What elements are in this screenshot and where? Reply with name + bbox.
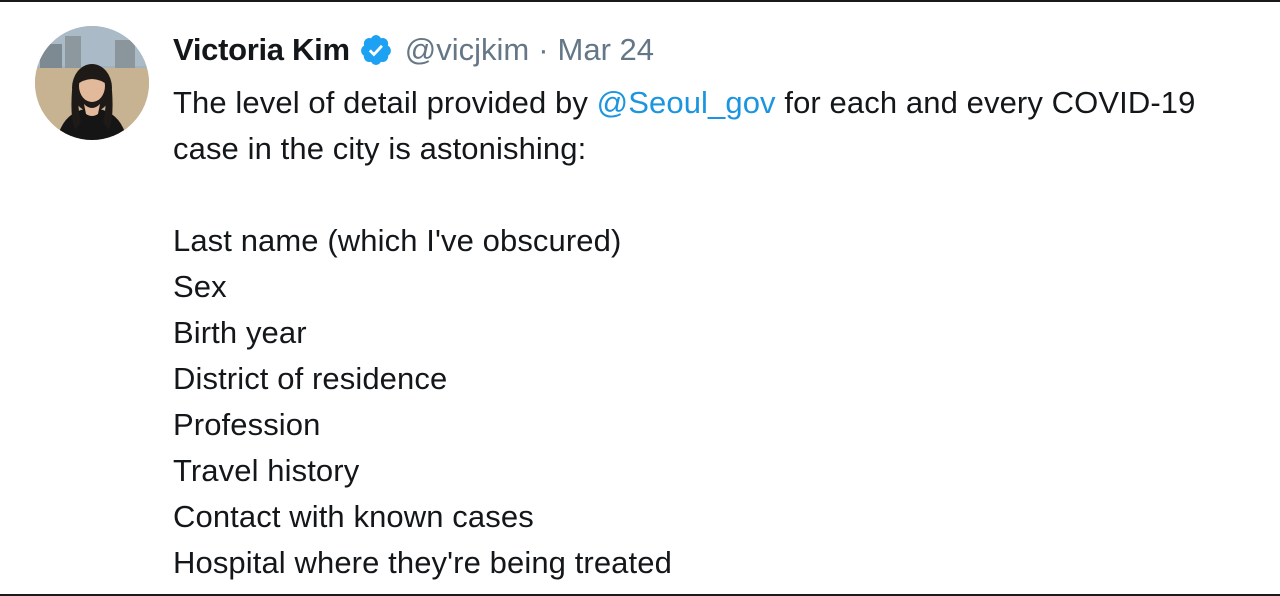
tweet-text-line-1: The level of detail provided by @Seoul_g… bbox=[173, 80, 1280, 126]
list-item: District of residence bbox=[173, 361, 448, 396]
list-item: Last name (which I've obscured) bbox=[173, 223, 622, 258]
tweet-header: Victoria Kim @vicjkim · Mar 24 bbox=[173, 28, 654, 72]
tweet-text-prefix: The level of detail provided by bbox=[173, 85, 597, 120]
tweet-text-suffix: for each and every COVID-19 bbox=[775, 85, 1196, 120]
verified-badge-icon bbox=[359, 33, 393, 67]
author-handle[interactable]: @vicjkim bbox=[405, 32, 529, 68]
tweet-card: Victoria Kim @vicjkim · Mar 24 The level… bbox=[0, 0, 1280, 596]
tweet-text: The level of detail provided by @Seoul_g… bbox=[173, 80, 1280, 586]
profile-photo-icon bbox=[35, 26, 149, 140]
list-item: Sex bbox=[173, 269, 227, 304]
author-name[interactable]: Victoria Kim bbox=[173, 32, 350, 68]
tweet-date[interactable]: Mar 24 bbox=[558, 32, 654, 68]
avatar[interactable] bbox=[35, 26, 149, 140]
list-item: Contact with known cases bbox=[173, 499, 534, 534]
list-item: Hospital where they're being treated bbox=[173, 545, 672, 580]
list-item: Travel history bbox=[173, 453, 360, 488]
mention-link[interactable]: @Seoul_gov bbox=[597, 85, 776, 120]
header-separator: · bbox=[538, 32, 549, 67]
list-item: Profession bbox=[173, 407, 321, 442]
list-item: Birth year bbox=[173, 315, 307, 350]
tweet-text-line-2: case in the city is astonishing: bbox=[173, 131, 587, 166]
